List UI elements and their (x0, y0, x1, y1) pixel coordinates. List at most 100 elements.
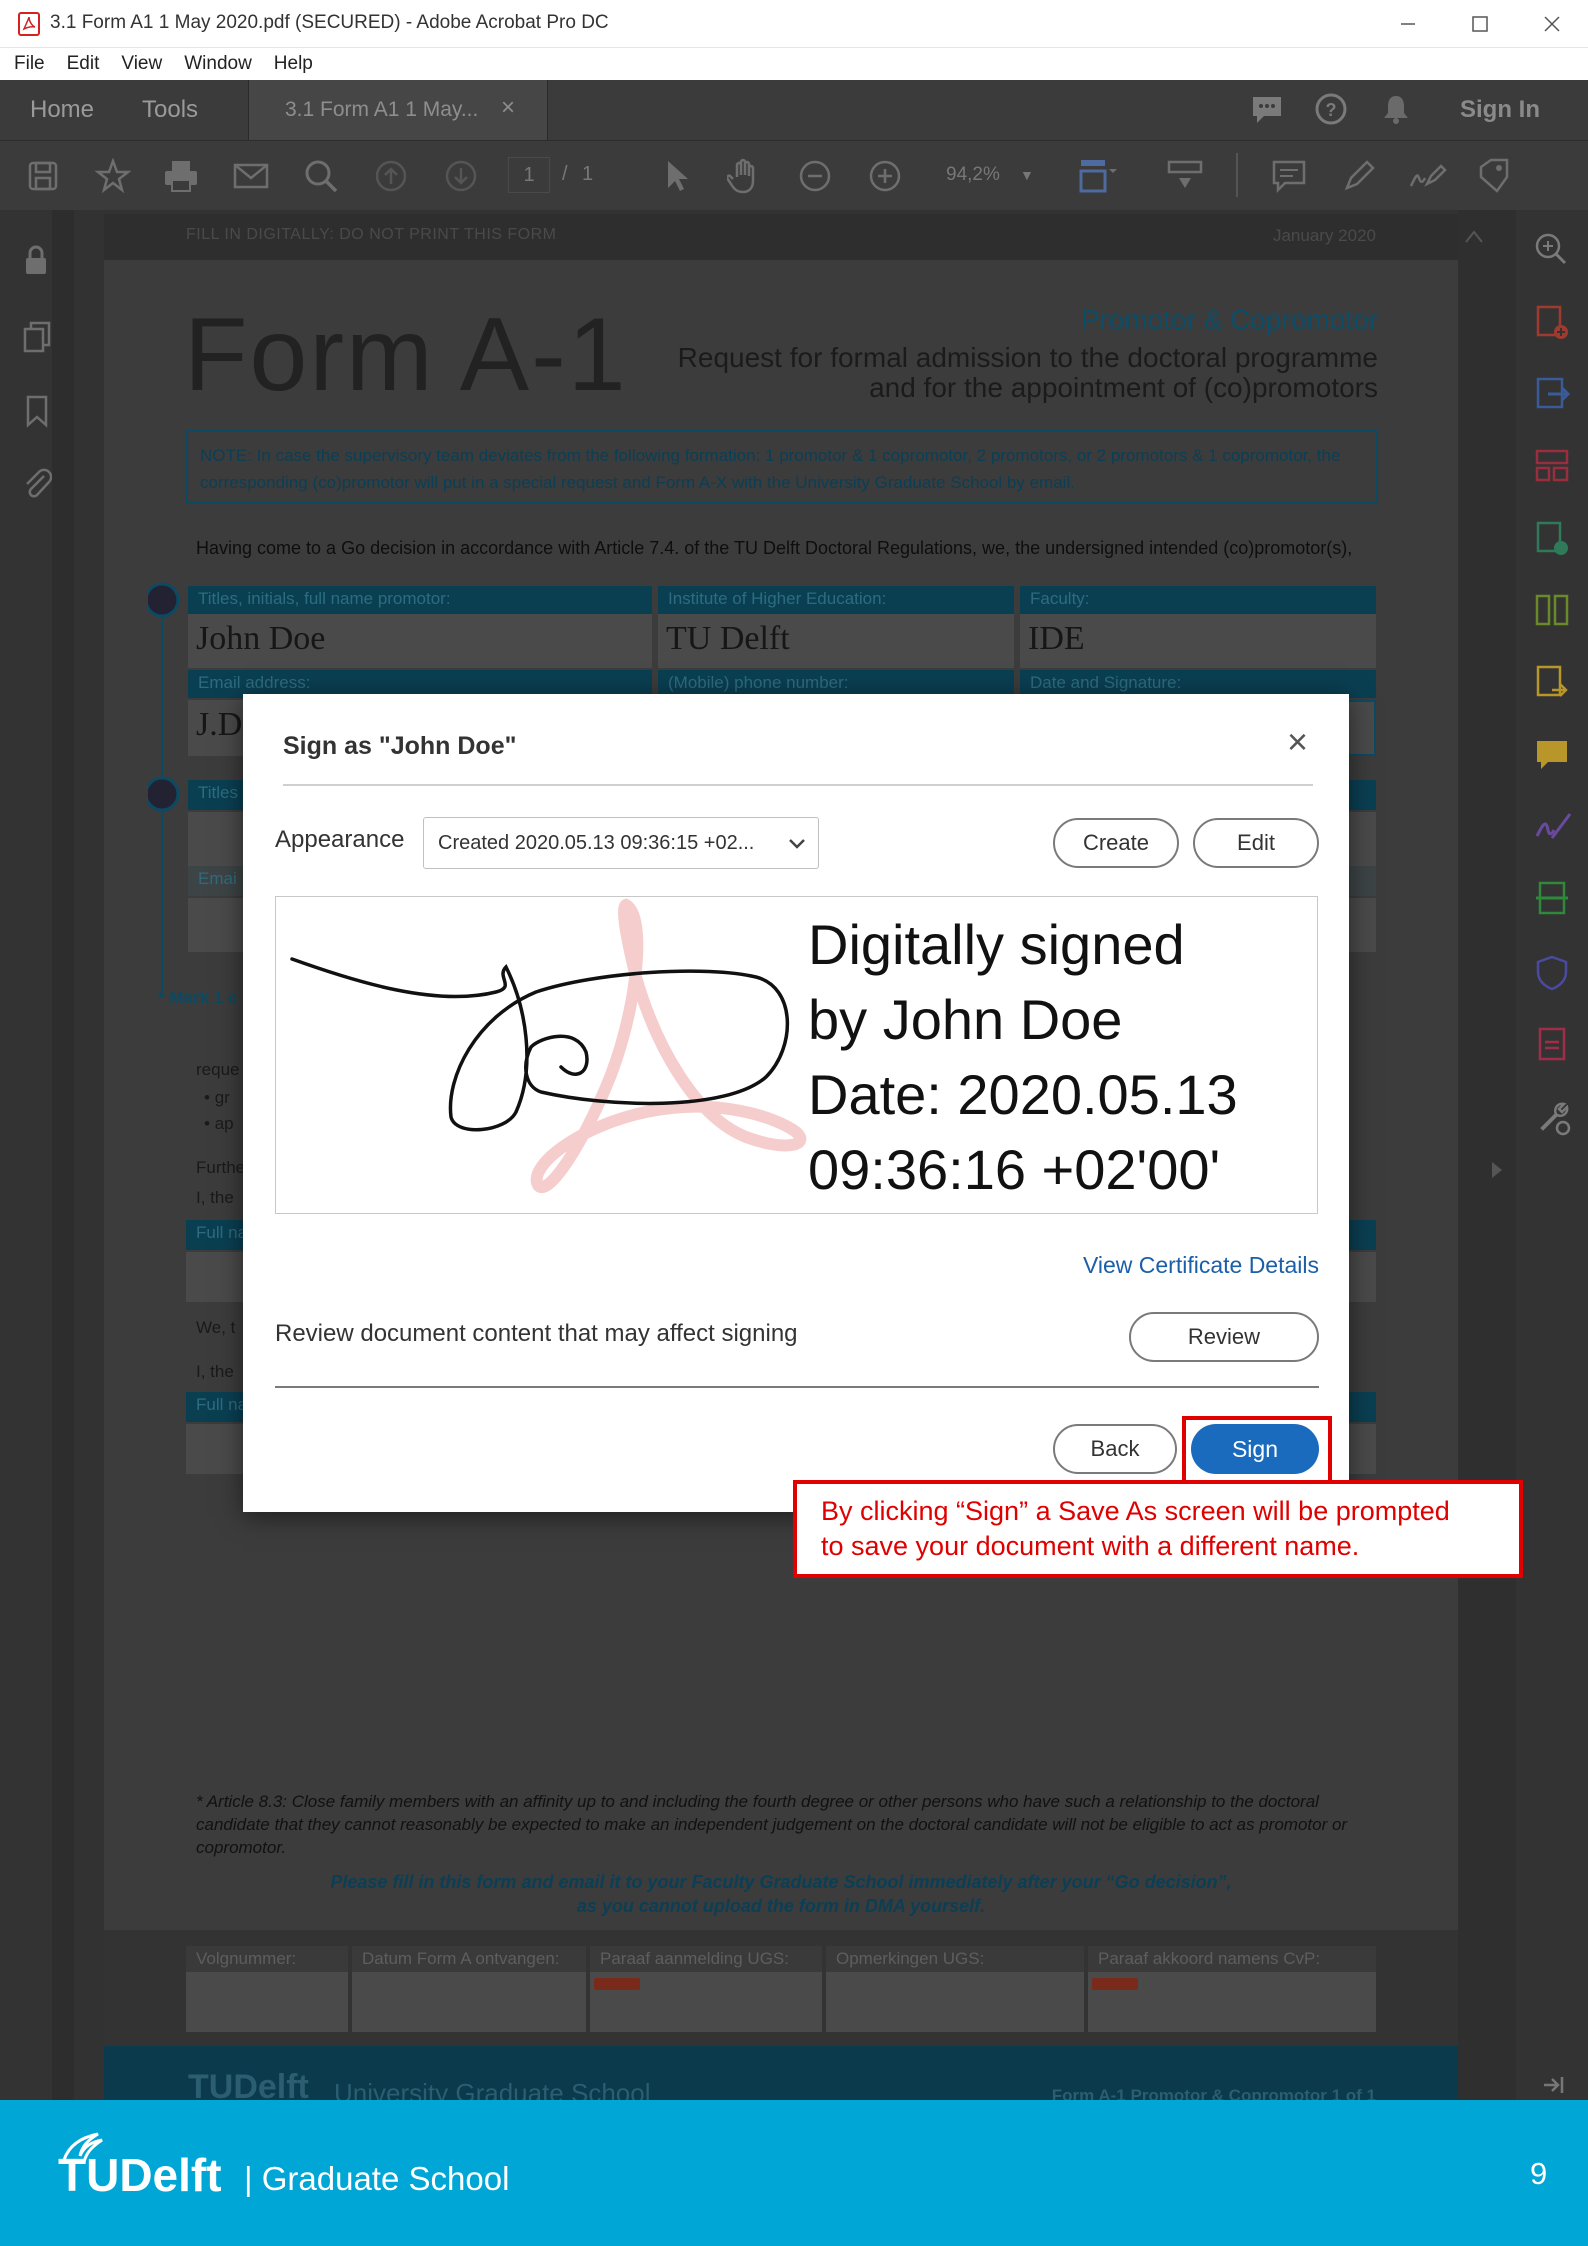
export-pdf-icon[interactable] (1534, 376, 1572, 412)
callout-line-2: to save your document with a different n… (821, 1531, 1360, 1561)
notification-bell-icon[interactable] (1380, 92, 1412, 126)
bullet-2-text: ap (214, 1114, 234, 1133)
tab-document[interactable]: 3.1 Form A1 1 May... × (248, 80, 548, 140)
page-layout-icon (1079, 160, 1117, 193)
comment-bubble-icon (1272, 160, 1306, 193)
edit-button[interactable]: Edit (1193, 818, 1319, 868)
menu-help[interactable]: Help (274, 53, 313, 75)
comment-icon[interactable] (1250, 94, 1284, 126)
col2-label: Institute of Higher Education: (658, 586, 1014, 614)
comment-tool-icon[interactable] (1534, 738, 1570, 774)
window-title: 3.1 Form A1 1 May 2020.pdf (SECURED) - A… (50, 12, 609, 33)
hand-tool[interactable] (722, 153, 768, 199)
acrobat-watermark-icon (530, 898, 807, 1193)
office-cell-5: Paraaf akkoord namens CvP: (1088, 1946, 1376, 2032)
page-number-input[interactable]: 1 (508, 157, 550, 193)
sign-dialog: Sign as "John Doe" × Appearance Created … (243, 694, 1349, 1512)
scan-ocr-icon[interactable] (1534, 880, 1570, 918)
collapse-right-panel-icon[interactable] (1490, 1160, 1504, 1180)
menu-view[interactable]: View (121, 53, 162, 75)
we-text: We, t (196, 1318, 236, 1337)
help-icon[interactable]: ? (1314, 92, 1348, 126)
lock-icon[interactable] (22, 244, 50, 276)
zoom-select[interactable]: 94,2% ▼ (934, 157, 1050, 193)
collapse-tools-pane-icon[interactable] (1540, 2074, 1566, 2096)
edit-pdf-icon[interactable] (1534, 520, 1570, 558)
maximize-button[interactable] (1452, 6, 1508, 42)
office-label-5: Paraaf akkoord namens CvP: (1088, 1946, 1376, 1972)
pages-thumbnail-icon[interactable] (22, 320, 52, 354)
print-tool[interactable] (158, 153, 204, 199)
menu-file[interactable]: File (14, 53, 45, 75)
dialog-divider-bottom (275, 1386, 1319, 1388)
fill-and-sign-icon[interactable] (1534, 808, 1572, 844)
email-tool[interactable] (228, 153, 274, 199)
page-layout-tool[interactable] (1076, 153, 1122, 199)
prev-page-tool[interactable] (368, 153, 414, 199)
search-icon (305, 160, 338, 193)
menu-window[interactable]: Window (184, 53, 252, 75)
right-scrollbar-area[interactable] (1458, 210, 1516, 2100)
comment-tool[interactable] (1266, 153, 1312, 199)
create-button[interactable]: Create (1053, 818, 1179, 868)
save-tool[interactable] (20, 153, 66, 199)
prepare-form-icon[interactable] (1534, 1026, 1570, 1064)
create-pdf-icon[interactable] (1534, 304, 1570, 342)
form-big-title: Form A-1 (184, 297, 628, 413)
col3-value-field[interactable]: IDE (1020, 614, 1376, 668)
stamp-mark-icon (594, 1978, 640, 1990)
zoom-in-tool[interactable] (862, 153, 908, 199)
bookmark-star-tool[interactable] (90, 153, 136, 199)
bookmark-icon[interactable] (24, 394, 50, 428)
tu-delft-logo-text: TUDelft (58, 2149, 222, 2201)
office-label-3: Paraaf aanmelding UGS: (590, 1946, 822, 1972)
office-label-2: Datum Form A ontvangen: (352, 1946, 586, 1972)
zoom-search-icon[interactable] (1534, 232, 1568, 266)
pen-icon (1344, 160, 1375, 191)
signature-text-block: Digitally signed by John Doe Date: 2020.… (808, 907, 1238, 1207)
hand-icon (727, 158, 755, 194)
back-button[interactable]: Back (1053, 1424, 1177, 1474)
sig-line-2: by John Doe (808, 988, 1123, 1051)
protect-shield-icon[interactable] (1534, 954, 1570, 992)
combine-files-icon[interactable] (1534, 592, 1570, 628)
attachment-paperclip-icon[interactable] (20, 466, 54, 500)
tab-close-icon[interactable]: × (501, 94, 515, 122)
fill-sign-tool[interactable] (1404, 153, 1450, 199)
col1-value-field[interactable]: John Doe (188, 614, 652, 668)
appearance-select[interactable]: Created 2020.05.13 09:36:15 +02... (423, 817, 819, 869)
star-icon (95, 158, 131, 194)
tab-tools[interactable]: Tools (142, 96, 198, 124)
view-certificate-link[interactable]: View Certificate Details (1063, 1252, 1319, 1279)
request-signatures-icon[interactable] (1534, 664, 1570, 702)
select-tool[interactable] (654, 153, 700, 199)
highlight-tool[interactable] (1336, 153, 1382, 199)
review-button[interactable]: Review (1129, 1312, 1319, 1362)
dialog-close-icon[interactable]: × (1287, 724, 1308, 760)
tab-document-label: 3.1 Form A1 1 May... (285, 98, 479, 121)
more-tools[interactable] (1474, 153, 1520, 199)
minimize-button[interactable] (1380, 6, 1436, 42)
find-tool[interactable] (298, 153, 344, 199)
window-titlebar: 3.1 Form A1 1 May 2020.pdf (SECURED) - A… (0, 0, 1588, 48)
form-intro: Having come to a Go decision in accordan… (196, 538, 1353, 558)
col2-value-field[interactable]: TU Delft (658, 614, 1014, 668)
i-the-text: I, the (196, 1188, 234, 1207)
article-note: * Article 8.3: Close family members with… (196, 1792, 1348, 1857)
more-tools-wrench-icon[interactable] (1534, 1098, 1572, 1136)
slide-footer: TUDelft | Graduate School 9 (0, 2100, 1588, 2246)
left-panel-grip[interactable] (52, 210, 74, 2100)
minimize-icon (1401, 23, 1415, 25)
sign-in-link[interactable]: Sign In (1460, 96, 1540, 124)
col3-label: Faculty: (1020, 586, 1376, 614)
close-window-button[interactable] (1524, 6, 1580, 42)
review-description: Review document content that may affect … (275, 1320, 798, 1347)
organize-pages-icon[interactable] (1534, 448, 1570, 484)
arrow-up-circle-icon (375, 160, 407, 192)
menu-edit[interactable]: Edit (67, 53, 100, 75)
zoom-out-tool[interactable] (792, 153, 838, 199)
scroll-mode-tool[interactable] (1162, 153, 1208, 199)
scroll-up-icon[interactable] (1464, 228, 1484, 244)
tab-home[interactable]: Home (30, 96, 94, 124)
next-page-tool[interactable] (438, 153, 484, 199)
